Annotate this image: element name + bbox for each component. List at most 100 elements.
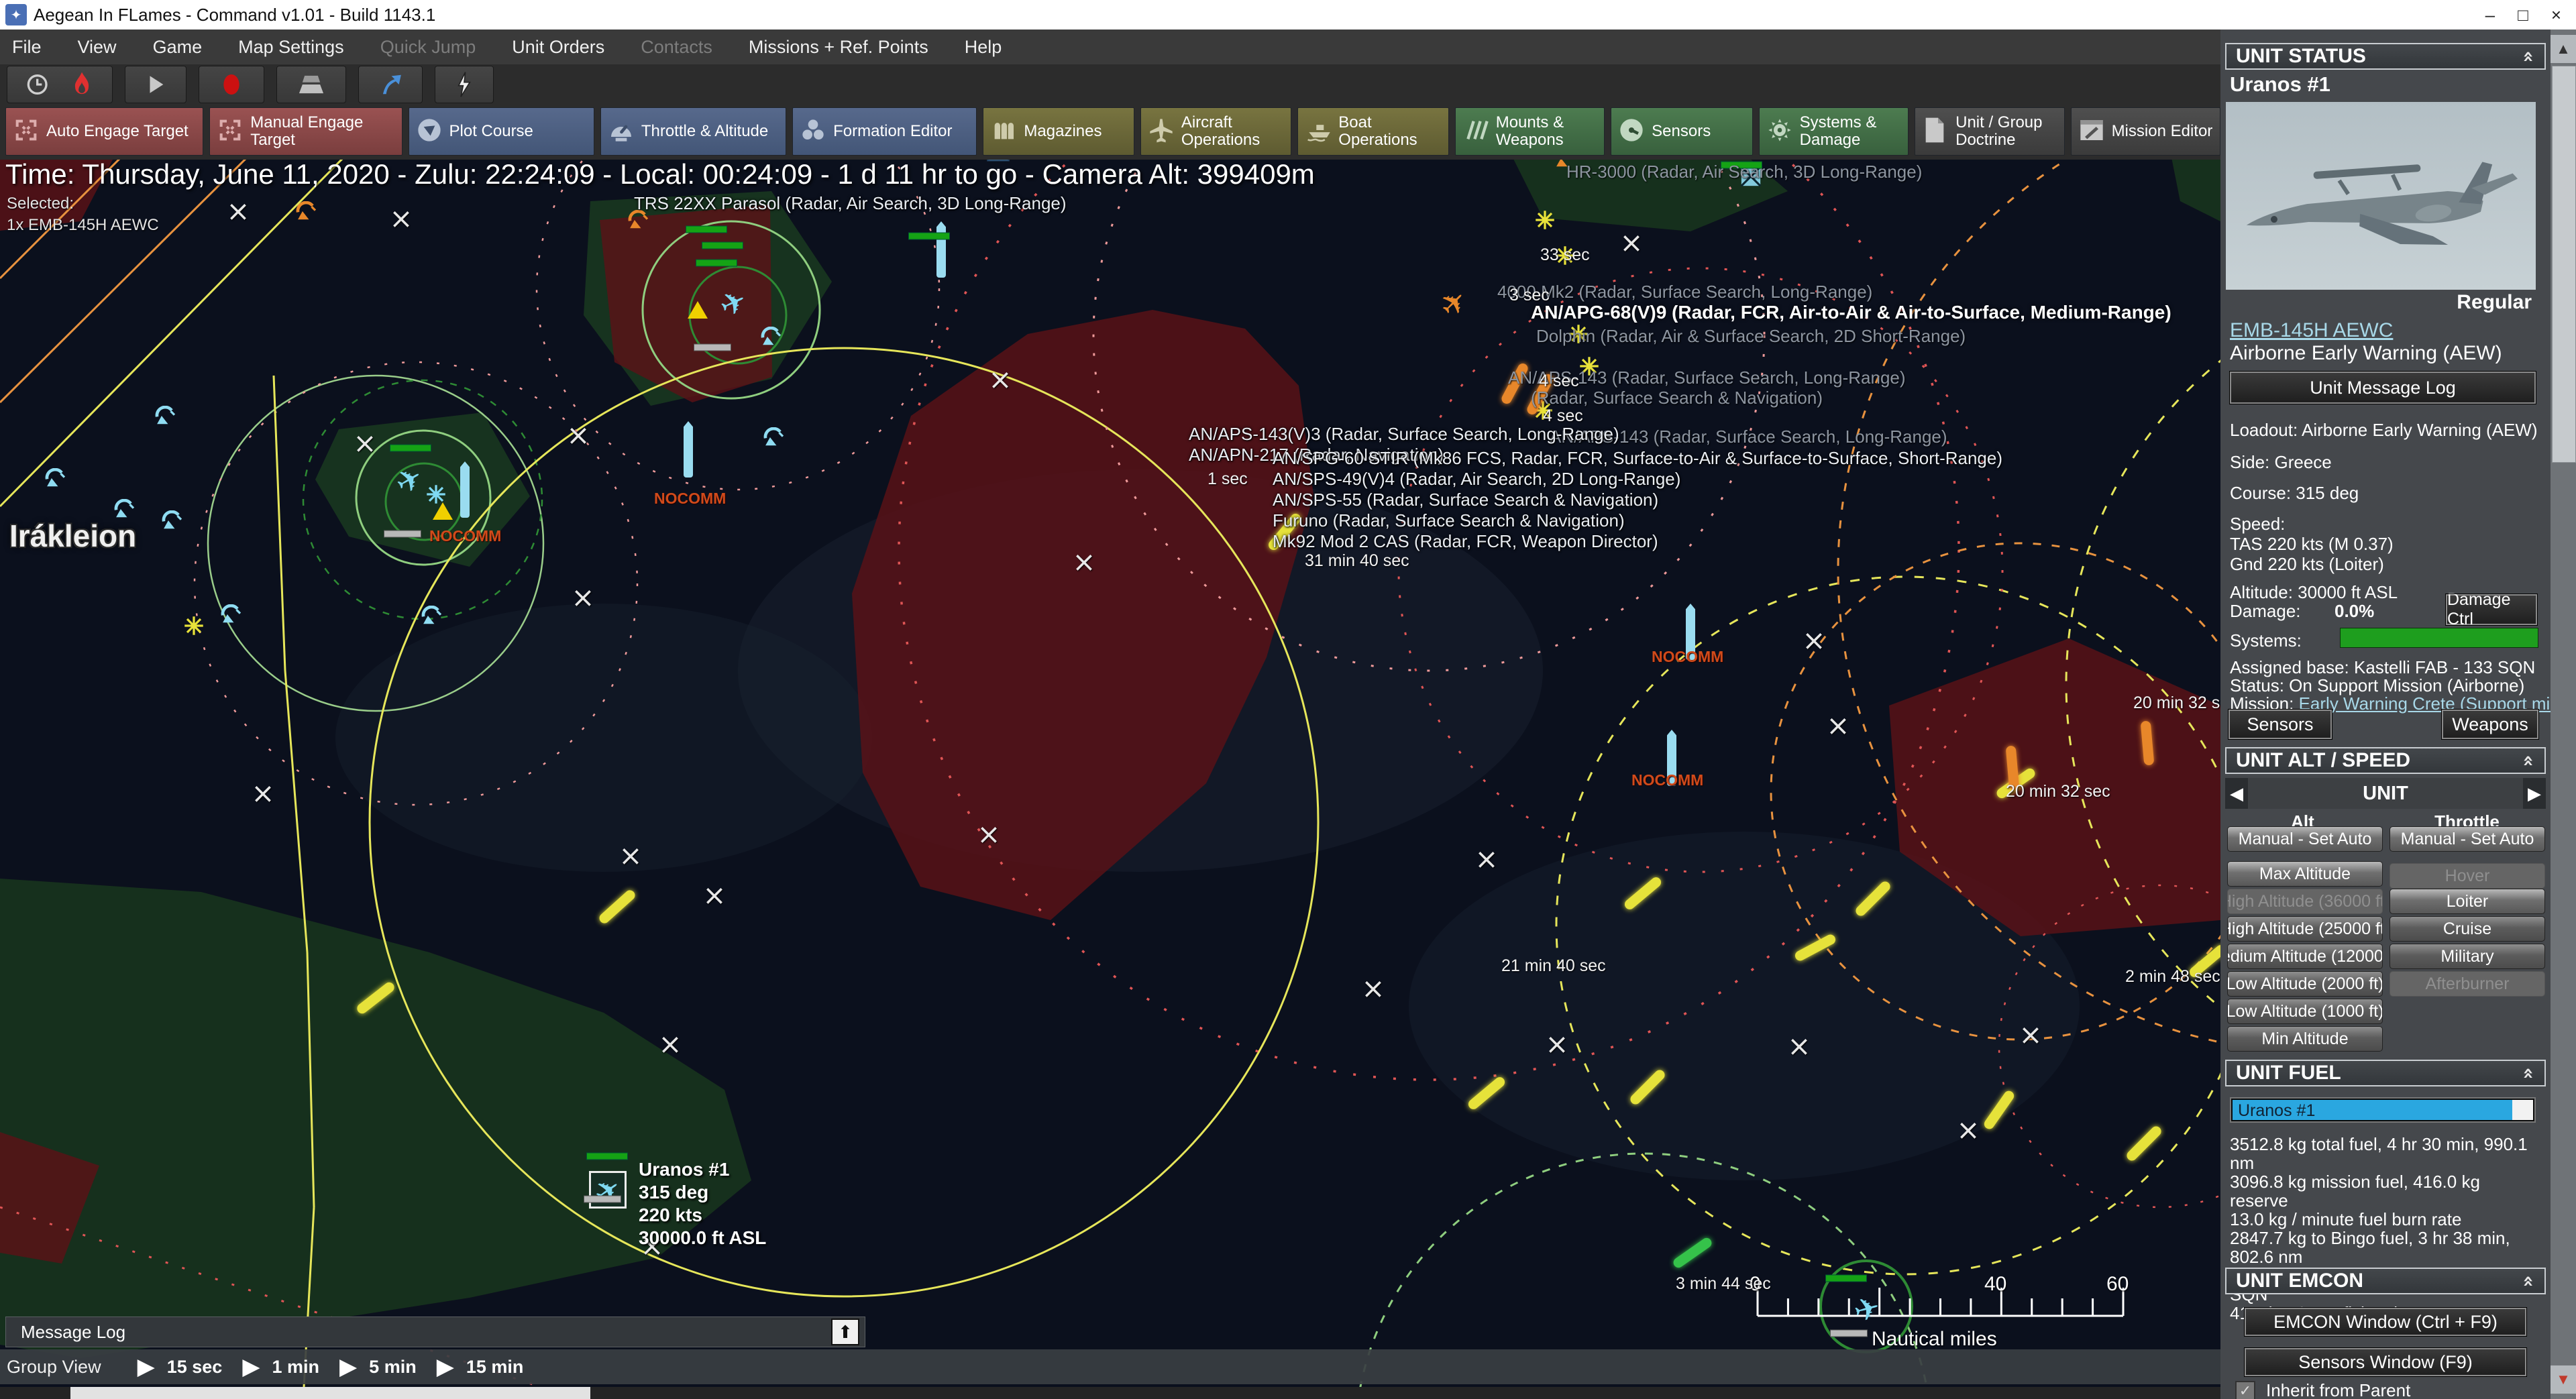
- damage-ctrl-button[interactable]: Damage Ctrl: [2446, 594, 2537, 625]
- btn-high-altitude-25000-ft-[interactable]: High Altitude (25000 ft): [2227, 916, 2383, 942]
- record-button[interactable]: [199, 66, 264, 103]
- jump-button[interactable]: [358, 66, 423, 103]
- ribbon-formation-editor[interactable]: Formation Editor: [792, 107, 977, 156]
- ribbon-auto-engage-target[interactable]: Auto Engage Target: [5, 107, 203, 156]
- collapse-icon[interactable]: «: [2518, 1067, 2540, 1079]
- ribbon-magazines[interactable]: Magazines: [983, 107, 1134, 156]
- ribbon-manual-engage-target[interactable]: Manual Engage Target: [209, 107, 402, 156]
- btn-manual-set-auto[interactable]: Manual - Set Auto: [2390, 826, 2545, 852]
- timer-label: 1 sec: [1208, 469, 1248, 489]
- btn-loiter[interactable]: Loiter: [2390, 889, 2545, 914]
- ribbon-throttle-altitude[interactable]: Throttle & Altitude: [600, 107, 786, 156]
- sidebar-scrollbar[interactable]: ▲ ▼: [2551, 30, 2576, 1399]
- missile-marker[interactable]: [936, 221, 946, 278]
- menu-help[interactable]: Help: [965, 37, 1002, 58]
- dish-marker[interactable]: [112, 499, 135, 519]
- unit-class-desc: Airborne Early Warning (AEW): [2230, 342, 2502, 365]
- menu-unit-orders[interactable]: Unit Orders: [512, 37, 604, 58]
- ribbon-aircraft-operations[interactable]: Aircraft Operations: [1140, 107, 1291, 156]
- scroll-down-icon[interactable]: ▼: [2551, 1365, 2576, 1394]
- checkbox-checked-icon[interactable]: ✓: [2235, 1381, 2255, 1399]
- weapons-button[interactable]: Weapons: [2442, 710, 2538, 739]
- nocomm-label: NOCOMM: [654, 490, 726, 508]
- sensors-button[interactable]: Sensors: [2229, 710, 2332, 739]
- scope-selector: ◀ UNIT ▶: [2225, 778, 2546, 809]
- ribbon-plot-course[interactable]: Plot Course: [409, 107, 594, 156]
- dish-marker[interactable]: [43, 468, 66, 488]
- close-button[interactable]: ×: [2551, 5, 2561, 25]
- scale-tick-label: 60: [2106, 1273, 2129, 1296]
- ribbon-boat-operations[interactable]: Boat Operations: [1297, 107, 1448, 156]
- time-step-5-min[interactable]: 5 min: [369, 1357, 417, 1378]
- star-marker[interactable]: [184, 616, 204, 636]
- maximize-button[interactable]: □: [2518, 5, 2528, 25]
- missile-marker[interactable]: [684, 421, 693, 478]
- scope-prev-button[interactable]: ◀: [2225, 778, 2248, 809]
- dish-marker[interactable]: [761, 427, 784, 447]
- scrollbar-thumb[interactable]: [2552, 66, 2576, 463]
- play-button[interactable]: [125, 66, 186, 103]
- btn-afterburner: Afterburner: [2390, 971, 2545, 997]
- ribbon-unit-group-doctrine[interactable]: Unit / Group Doctrine: [1915, 107, 2064, 156]
- dish-marker[interactable]: [419, 606, 442, 626]
- menu-map-settings[interactable]: Map Settings: [238, 37, 344, 58]
- star-marker[interactable]: [426, 484, 446, 504]
- unit-class-link[interactable]: EMB-145H AEWC: [2230, 319, 2393, 342]
- btn-max-altitude[interactable]: Max Altitude: [2227, 861, 2383, 887]
- ribbon-mission-editor[interactable]: Mission Editor: [2071, 107, 2220, 156]
- btn-manual-set-auto[interactable]: Manual - Set Auto: [2227, 826, 2383, 852]
- bridge-view-button[interactable]: [276, 66, 346, 103]
- ribbon-systems-damage[interactable]: Systems & Damage: [1759, 107, 1909, 156]
- message-log-bar[interactable]: Message Log ⬆: [5, 1317, 865, 1347]
- tactical-map[interactable]: 04060Nautical miles×××××××××××××××××××××…: [0, 0, 2220, 1399]
- btn-min-altitude[interactable]: Min Altitude: [2227, 1026, 2383, 1052]
- scope-next-button[interactable]: ▶: [2523, 778, 2546, 809]
- star-marker[interactable]: [1535, 210, 1555, 230]
- collapse-icon[interactable]: «: [2518, 50, 2540, 62]
- btn-cruise[interactable]: Cruise: [2390, 916, 2545, 942]
- btn-low-altitude-1000-ft-[interactable]: Low Altitude (1000 ft): [2227, 999, 2383, 1024]
- unit-status-header[interactable]: UNIT STATUS «: [2225, 43, 2546, 70]
- inherit-from-parent-row[interactable]: ✓ Inherit from Parent: [2235, 1380, 2410, 1399]
- side-line: Side: Greece: [2230, 452, 2332, 473]
- collapse-icon[interactable]: «: [2518, 754, 2540, 767]
- dish-marker[interactable]: [160, 510, 182, 530]
- cross-marker: ×: [658, 1030, 682, 1058]
- timer-label: 3 min 44 sec: [1676, 1274, 1771, 1294]
- scroll-up-icon[interactable]: ▲: [2551, 35, 2576, 63]
- tri-marker: [433, 502, 453, 520]
- ribbon-sensors[interactable]: Sensors: [1611, 107, 1752, 156]
- dish-marker[interactable]: [294, 201, 317, 221]
- time-step-15-min[interactable]: 15 min: [466, 1357, 524, 1378]
- quick-action-button[interactable]: [435, 66, 494, 103]
- time-step-15-sec[interactable]: 15 sec: [167, 1357, 223, 1378]
- time-step-1-min[interactable]: 1 min: [272, 1357, 319, 1378]
- message-log-expand-button[interactable]: ⬆: [831, 1319, 859, 1345]
- menu-file[interactable]: File: [12, 37, 42, 58]
- minimize-button[interactable]: –: [2485, 5, 2495, 25]
- time-step-arrow-icon: ▶: [242, 1353, 260, 1380]
- menu-view[interactable]: View: [78, 37, 117, 58]
- unit-fuel-header[interactable]: UNIT FUEL «: [2225, 1060, 2546, 1086]
- btn-military[interactable]: Military: [2390, 944, 2545, 969]
- unit-message-log-button[interactable]: Unit Message Log: [2230, 372, 2536, 404]
- btn-low-altitude-2000-ft-[interactable]: Low Altitude (2000 ft): [2227, 971, 2383, 997]
- dish-marker[interactable]: [219, 604, 241, 624]
- alt-speed-header[interactable]: UNIT ALT / SPEED «: [2225, 747, 2546, 774]
- map-horizontal-scrollbar[interactable]: [0, 1387, 2220, 1399]
- menu-game[interactable]: Game: [153, 37, 203, 58]
- proficiency-badge: Regular: [2457, 291, 2532, 314]
- sensors-window-button[interactable]: Sensors Window (F9): [2245, 1348, 2526, 1376]
- unit-emcon-header[interactable]: UNIT EMCON «: [2225, 1268, 2546, 1294]
- ribbon-mounts-weapons[interactable]: Mounts & Weapons: [1455, 107, 1605, 156]
- missile-marker[interactable]: [460, 461, 470, 518]
- dish-marker[interactable]: [153, 406, 176, 426]
- collapse-icon[interactable]: «: [2518, 1275, 2540, 1287]
- emcon-window-button[interactable]: EMCON Window (Ctrl + F9): [2245, 1308, 2526, 1336]
- btn-medium-altitude-12000-ft-[interactable]: Medium Altitude (12000 ft): [2227, 944, 2383, 969]
- menu-missions-ref-points[interactable]: Missions + Ref. Points: [749, 37, 928, 58]
- dish-marker[interactable]: [759, 327, 782, 347]
- scrollbar-thumb[interactable]: [70, 1387, 590, 1399]
- time-compression-button[interactable]: [7, 66, 113, 103]
- unitlbl-label: 220 kts: [639, 1205, 702, 1226]
